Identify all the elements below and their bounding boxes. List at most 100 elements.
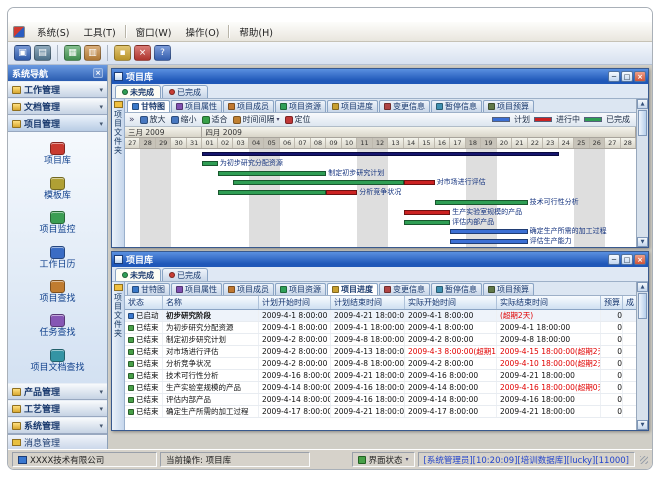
- tab[interactable]: 项目资源: [275, 100, 326, 112]
- tab[interactable]: 项目属性: [171, 100, 222, 112]
- gantt-bar[interactable]: [435, 200, 528, 205]
- tab[interactable]: 项目进度: [327, 100, 378, 112]
- sidebar-item[interactable]: 项目监控: [14, 211, 102, 235]
- column-header[interactable]: 预算: [601, 296, 623, 309]
- vertical-scrollbar[interactable]: ▲ ▼: [636, 282, 648, 430]
- locate-button[interactable]: 定位: [285, 114, 311, 125]
- resize-grip[interactable]: [640, 456, 648, 464]
- ui-state-segment[interactable]: 界面状态 ▾: [352, 452, 415, 467]
- sidebar-close-icon[interactable]: ×: [93, 68, 103, 78]
- table-row[interactable]: 已结束生产实验室规模的产品2009-4-14 8:00:002009-4-16 …: [125, 382, 636, 394]
- sidebar-group[interactable]: 项目管理▾: [8, 115, 107, 132]
- project-folder-tab[interactable]: 项目文件夹: [112, 99, 125, 247]
- gantt-window-titlebar[interactable]: 项目库 ─ □ ×: [112, 69, 648, 84]
- column-header[interactable]: 实际结束时间: [497, 296, 601, 309]
- gantt-bar[interactable]: [450, 229, 527, 234]
- table-row[interactable]: 已结束评估内部产品2009-4-14 8:00:002009-4-16 18:0…: [125, 394, 636, 406]
- state-tab[interactable]: 未完成: [115, 85, 161, 98]
- tab[interactable]: 项目成员: [223, 283, 274, 295]
- sidebar-item[interactable]: 项目库: [14, 142, 102, 166]
- tab[interactable]: 项目预算: [483, 283, 534, 295]
- scroll-down-icon[interactable]: ▼: [637, 420, 648, 430]
- tab[interactable]: 甘特图: [127, 100, 170, 112]
- gantt-bar[interactable]: [202, 152, 558, 156]
- fit-button[interactable]: 适合: [202, 114, 228, 125]
- sidebar-group[interactable]: 工艺管理▾: [8, 400, 107, 417]
- scroll-up-icon[interactable]: ▲: [637, 99, 648, 109]
- maximize-button[interactable]: □: [621, 254, 633, 265]
- gantt-bar[interactable]: [450, 239, 527, 244]
- print-icon[interactable]: ▤: [34, 45, 51, 61]
- cascade-windows-icon[interactable]: ▦: [64, 45, 81, 61]
- state-tab[interactable]: 已完成: [162, 85, 208, 98]
- state-tab[interactable]: 已完成: [162, 268, 208, 281]
- sidebar-item[interactable]: 任务查找: [14, 314, 102, 338]
- sidebar-group[interactable]: 文档管理▾: [8, 98, 107, 115]
- tab[interactable]: 项目进度: [327, 283, 378, 295]
- gantt-bar[interactable]: [326, 190, 357, 195]
- table-row[interactable]: 已结束对市场进行评估2009-4-2 8:00:002009-4-13 18:0…: [125, 346, 636, 358]
- list-window-titlebar[interactable]: 项目库 ─ □ ×: [112, 252, 648, 267]
- menu-item[interactable]: 窗口(W): [129, 24, 179, 40]
- sidebar-item[interactable]: 工作日历: [14, 246, 102, 270]
- maximize-button[interactable]: □: [621, 71, 633, 82]
- scrollbar-thumb[interactable]: [638, 293, 647, 319]
- sidebar-item[interactable]: 项目文档查找: [14, 349, 102, 373]
- table-row[interactable]: 已结束技术可行性分析2009-4-16 8:00:002009-4-21 18:…: [125, 370, 636, 382]
- gantt-bar[interactable]: [404, 180, 435, 185]
- gantt-bar[interactable]: [218, 190, 326, 195]
- column-header[interactable]: 成: [623, 296, 636, 309]
- zoom-out-button[interactable]: 缩小: [171, 114, 197, 125]
- zoom-in-button[interactable]: 放大: [140, 114, 166, 125]
- sidebar-item[interactable]: 项目查找: [14, 280, 102, 304]
- gantt-bar[interactable]: [404, 220, 450, 225]
- help-icon[interactable]: ?: [154, 45, 171, 61]
- table-row[interactable]: 已结束为初步研究分配资源2009-4-1 8:00:002009-4-1 18:…: [125, 322, 636, 334]
- overflow-chevron-icon[interactable]: »: [129, 115, 135, 125]
- tab[interactable]: 项目预算: [483, 100, 534, 112]
- tile-windows-icon[interactable]: ▥: [84, 45, 101, 61]
- gantt-bar[interactable]: [233, 180, 403, 185]
- scrollbar-thumb[interactable]: [638, 110, 647, 136]
- table-row[interactable]: 已结束确定生产所需的加工过程2009-4-17 8:00:002009-4-21…: [125, 406, 636, 418]
- close-button[interactable]: ×: [634, 254, 646, 265]
- minimize-button[interactable]: ─: [608, 71, 620, 82]
- tab-message-management[interactable]: 消息管理: [8, 434, 107, 449]
- table-row[interactable]: 已启动初步研究阶段2009-4-1 8:00:002009-4-21 18:00…: [125, 310, 636, 322]
- scroll-up-icon[interactable]: ▲: [637, 282, 648, 292]
- save-icon[interactable]: ▣: [14, 45, 31, 61]
- column-header[interactable]: 状态: [125, 296, 163, 309]
- gantt-bar[interactable]: [202, 161, 217, 166]
- sidebar-item[interactable]: 模板库: [14, 177, 102, 201]
- menu-item[interactable]: 工具(T): [76, 24, 122, 40]
- column-header[interactable]: 计划结束时间: [331, 296, 405, 309]
- tab[interactable]: 暂停信息: [431, 283, 482, 295]
- column-header[interactable]: 实际开始时间: [405, 296, 497, 309]
- menu-item[interactable]: 操作(O): [178, 24, 226, 40]
- state-tab[interactable]: 未完成: [115, 268, 161, 281]
- tab[interactable]: 变更信息: [379, 100, 430, 112]
- tab[interactable]: 项目资源: [275, 283, 326, 295]
- scroll-down-icon[interactable]: ▼: [637, 237, 648, 247]
- table-row[interactable]: 已结束制定初步研究计划2009-4-2 8:00:002009-4-8 18:0…: [125, 334, 636, 346]
- gantt-bar[interactable]: [218, 171, 326, 176]
- lock-icon[interactable]: ▪: [114, 45, 131, 61]
- close-button[interactable]: ×: [634, 71, 646, 82]
- exit-icon[interactable]: ×: [134, 45, 151, 61]
- table-row[interactable]: 已结束分析竞争状况2009-4-2 8:00:002009-4-8 18:00:…: [125, 358, 636, 370]
- sidebar-group[interactable]: 工作管理▾: [8, 81, 107, 98]
- tab[interactable]: 项目属性: [171, 283, 222, 295]
- project-folder-tab[interactable]: 项目文件夹: [112, 282, 125, 430]
- column-header[interactable]: 名称: [163, 296, 259, 309]
- tab[interactable]: 变更信息: [379, 283, 430, 295]
- tab[interactable]: 暂停信息: [431, 100, 482, 112]
- menu-item[interactable]: 帮助(H): [232, 24, 280, 40]
- gantt-bar[interactable]: [404, 210, 450, 215]
- sidebar-group[interactable]: 产品管理▾: [8, 383, 107, 400]
- time-interval-button[interactable]: 时间间隔▾: [233, 114, 280, 125]
- tab[interactable]: 项目成员: [223, 100, 274, 112]
- menu-item[interactable]: 系统(S): [30, 24, 76, 40]
- sidebar-group[interactable]: 系统管理▾: [8, 417, 107, 434]
- column-header[interactable]: 计划开始时间: [259, 296, 331, 309]
- tab[interactable]: 甘特图: [127, 283, 170, 295]
